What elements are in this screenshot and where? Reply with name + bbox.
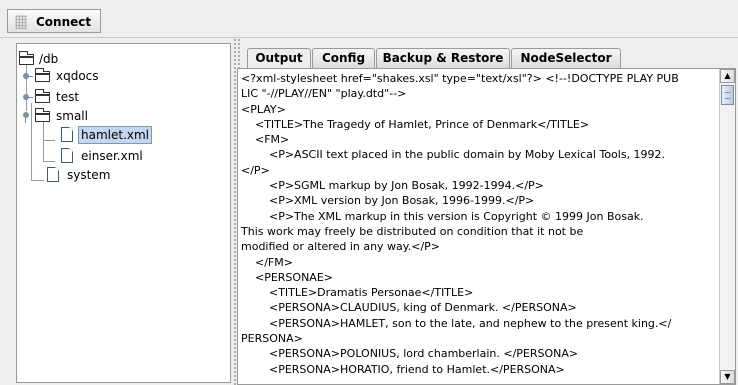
tree-item-label: /db [39, 52, 59, 66]
folder-icon [35, 68, 50, 82]
tree-item-label: xqdocs [56, 69, 99, 83]
tree-line [43, 140, 55, 141]
tab-output[interactable]: Output [247, 48, 311, 69]
folder-icon [19, 51, 34, 65]
output-line: <TITLE>The Tragedy of Hamlet, Prince of … [241, 117, 590, 131]
document-icon [47, 167, 59, 182]
output-line: <PERSONAE> [241, 270, 333, 284]
output-line: <TITLE>Dramatis Personae</TITLE> [241, 286, 474, 300]
vertical-scrollbar[interactable]: ▲ ▼ [719, 69, 735, 384]
scroll-up-arrow-icon[interactable]: ▲ [720, 69, 735, 83]
tree-item-system[interactable]: system [45, 166, 112, 184]
connect-label: Connect [36, 15, 92, 29]
output-line: This work may freely be distributed on c… [241, 224, 584, 238]
expand-handle-icon[interactable] [23, 93, 33, 102]
toolbar: Connect [0, 0, 738, 38]
folder-icon [35, 108, 50, 122]
tab-nodeselector[interactable]: NodeSelector [511, 48, 621, 68]
tree-line [43, 120, 44, 162]
grip-icon [15, 15, 27, 29]
folder-icon [35, 89, 50, 103]
tree-item-db[interactable]: /db [17, 50, 60, 68]
tree-item-small[interactable]: small [23, 107, 90, 125]
output-line: </P> [241, 163, 270, 177]
tree-item-label: test [56, 90, 80, 104]
scroll-thumb[interactable] [721, 85, 734, 105]
output-line: modified or altered in any way.</P> [241, 240, 441, 254]
scroll-down-arrow-icon[interactable]: ▼ [720, 370, 735, 384]
tab-backup-restore[interactable]: Backup & Restore [376, 48, 510, 68]
tree-item-label: small [56, 109, 88, 123]
tree-item-xqdocs[interactable]: xqdocs [23, 67, 101, 85]
output-line: <PERSONA>POLONIUS, lord chamberlain. </P… [241, 347, 579, 361]
tree-item-label: system [67, 168, 111, 182]
tree-line [31, 180, 44, 181]
output-line: <PERSONA>HAMLET, son to the late, and ne… [241, 316, 672, 330]
output-line: LIC "-//PLAY//EN" "play.dtd"--> [241, 87, 407, 101]
output-text: <?xml-stylesheet href="shakes.xsl" type=… [241, 71, 718, 377]
output-line: <P>ASCII text placed in the public domai… [241, 148, 666, 162]
document-icon [61, 148, 73, 163]
tree-item-label: hamlet.xml [78, 126, 153, 144]
expand-handle-icon[interactable] [23, 72, 33, 81]
tree-line [43, 161, 55, 162]
output-line: </FM> [241, 255, 293, 269]
collapse-handle-icon[interactable] [23, 111, 32, 123]
tree-item-label: einser.xml [81, 149, 143, 163]
tab-config[interactable]: Config [312, 48, 375, 68]
output-line: PERSONA> [241, 332, 303, 346]
output-line: <?xml-stylesheet href="shakes.xsl" type=… [241, 72, 679, 85]
tree-item-test[interactable]: test [23, 88, 81, 106]
output-line: <PLAY> [241, 102, 286, 116]
output-line: <PERSONA>CLAUDIUS, king of Denmark. </PE… [241, 301, 577, 315]
tree-item-hamlet-xml[interactable]: hamlet.xml [59, 126, 153, 144]
output-text-area[interactable]: <?xml-stylesheet href="shakes.xsl" type=… [237, 68, 736, 385]
output-line: <P>The XML markup in this version is Cop… [241, 209, 644, 223]
document-icon [61, 127, 73, 142]
output-line: <FM> [241, 133, 290, 147]
connect-button[interactable]: Connect [7, 9, 102, 33]
tree-item-einser-xml[interactable]: einser.xml [59, 147, 145, 165]
output-line: <P>XML version by Jon Bosak, 1996-1999.<… [241, 194, 535, 208]
output-line: <PERSONA>HORATIO, friend to Hamlet.</PER… [241, 362, 565, 376]
collection-tree[interactable]: /db xqdocs test small hamlet.xml einser.… [16, 43, 231, 383]
output-line: <P>SGML markup by Jon Bosak, 1992-1994.<… [241, 179, 544, 193]
